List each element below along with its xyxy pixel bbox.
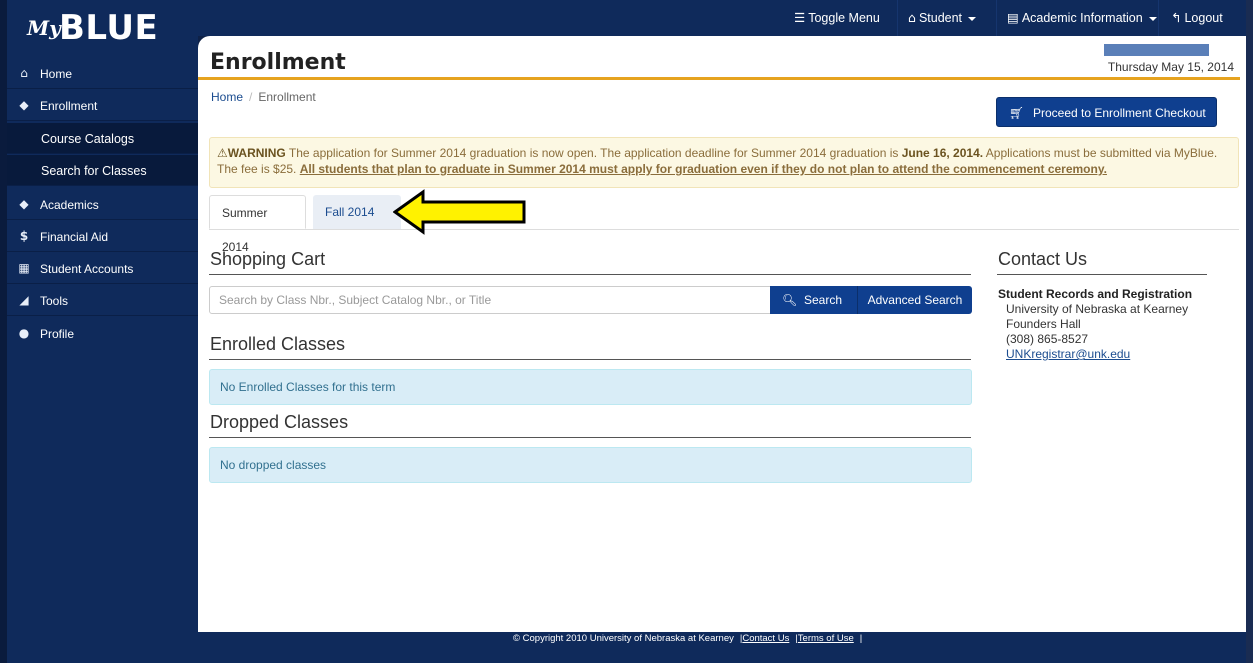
myblue-logo[interactable]: My BLUE <box>7 0 198 58</box>
sidebar-subitem-search-for-classes[interactable]: Search for Classes <box>7 155 198 186</box>
logout-arrow-icon: ↰ <box>1171 10 1182 25</box>
contact-email-link[interactable]: UNKregistrar@unk.edu <box>1006 347 1130 361</box>
search-button-label: Search <box>804 293 843 307</box>
section-divider <box>209 274 971 275</box>
caret-down-icon <box>1148 16 1157 21</box>
sidebar-item-home[interactable]: ⌂ Home <box>7 58 198 89</box>
title-divider <box>198 77 1240 80</box>
logout-button[interactable]: ↰ Logout <box>1158 0 1246 36</box>
class-search-bar: 🔍︎ Search Advanced Search <box>209 286 972 314</box>
sidebar-item-financial-aid[interactable]: $ Financial Aid <box>7 221 198 252</box>
toggle-menu-button[interactable]: ☰ Toggle Menu <box>784 0 887 36</box>
sidebar-item-label: Financial Aid <box>40 230 109 244</box>
enrolled-classes-heading: Enrolled Classes <box>210 334 346 354</box>
footer-terms-link[interactable]: Terms of Use <box>798 633 854 644</box>
content-panel: Enrollment Thursday May 15, 2014 Home / En… <box>198 36 1246 632</box>
sidebar-item-label: Enrollment <box>40 99 98 113</box>
contact-us-heading: Contact Us <box>998 249 1088 269</box>
app-window: My BLUE ⌂ Home ◆ Enrollment Course Catal… <box>0 0 1253 663</box>
section-divider <box>209 437 971 438</box>
sidebar-item-student-accounts[interactable]: ▦ Student Accounts <box>7 253 198 284</box>
yellow-arrow-annotation <box>393 189 526 235</box>
breadcrumb-separator: / <box>249 90 253 104</box>
breadcrumb: Home / Enrollment <box>211 90 316 104</box>
footer: © Copyright 2010 University of Nebraska … <box>198 632 1246 663</box>
home-icon: ⌂ <box>908 10 916 25</box>
shopping-cart-icon: 🛒︎ <box>1009 106 1025 120</box>
contact-line: University of Nebraska at Kearney <box>1006 302 1189 316</box>
caret-down-icon <box>968 16 977 21</box>
wrench-icon: ◢ <box>19 293 29 307</box>
sidebar-item-label: Home <box>40 67 73 81</box>
page-title: Enrollment <box>210 50 346 75</box>
warning-emphasis: All students that plan to graduate in Su… <box>299 162 1107 176</box>
section-divider <box>209 359 971 360</box>
breadcrumb-home-link[interactable]: Home <box>211 90 243 104</box>
section-divider <box>997 274 1207 275</box>
graduation-cap-icon: ◆ <box>19 98 29 112</box>
warning-text-1: The application for Summer 2014 graduati… <box>285 146 902 160</box>
dropped-classes-heading: Dropped Classes <box>210 412 349 432</box>
contact-line: Founders Hall <box>1006 317 1081 331</box>
warning-label: WARNING <box>227 146 286 160</box>
sidebar: My BLUE ⌂ Home ◆ Enrollment Course Catal… <box>7 0 198 663</box>
warning-triangle-icon: ⚠ <box>217 146 228 160</box>
current-date: Thursday May 15, 2014 <box>1107 60 1234 74</box>
book-icon: ▤ <box>1007 10 1019 25</box>
sidebar-item-label: Course Catalogs <box>41 132 135 146</box>
checkout-button-label: Proceed to Enrollment Checkout <box>1033 106 1206 120</box>
student-label: Student <box>918 11 963 25</box>
sidebar-item-label: Profile <box>40 327 75 341</box>
enrolled-classes-empty-message: No Enrolled Classes for this term <box>209 369 972 405</box>
dropped-classes-empty-message: No dropped classes <box>209 447 972 483</box>
logo-blue-text: BLUE <box>59 8 159 48</box>
sidebar-item-label: Search for Classes <box>41 164 147 178</box>
calculator-icon: ▦ <box>18 261 30 275</box>
logo-my-text: My <box>27 16 61 40</box>
sidebar-item-enrollment[interactable]: ◆ Enrollment <box>7 90 198 121</box>
footer-contact-link[interactable]: Contact Us <box>742 633 789 644</box>
tab-summer-2014[interactable]: Summer 2014 <box>209 195 306 254</box>
logout-label: Logout <box>1184 11 1223 25</box>
sidebar-item-tools[interactable]: ◢ Tools <box>7 285 198 316</box>
redacted-user-name <box>1104 44 1209 56</box>
sidebar-subitem-course-catalogs[interactable]: Course Catalogs <box>7 123 198 154</box>
proceed-to-enrollment-checkout-button[interactable]: 🛒︎ Proceed to Enrollment Checkout <box>996 97 1217 127</box>
warning-deadline: June 16, 2014. <box>901 146 984 160</box>
academic-information-dropdown[interactable]: ▤ Academic Information <box>996 0 1157 36</box>
sidebar-item-label: Student Accounts <box>40 262 134 276</box>
footer-copyright: © Copyright 2010 University of Nebraska … <box>513 633 734 644</box>
sidebar-item-academics[interactable]: ◆ Academics <box>7 189 198 220</box>
advanced-search-button[interactable]: Advanced Search <box>857 286 972 314</box>
contact-info: Student Records and Registration Univers… <box>998 287 1192 362</box>
top-navbar: ☰ Toggle Menu ⌂ Student ▤ Academic Informat… <box>198 0 1246 36</box>
tab-fall-2014[interactable]: Fall 2014 <box>313 195 401 229</box>
search-icon: 🔍︎ <box>782 293 798 307</box>
term-tabs: Summer 2014 Fall 2014 <box>209 194 1239 254</box>
home-icon: ⌂ <box>20 66 28 80</box>
breadcrumb-current: Enrollment <box>258 90 316 104</box>
hamburger-icon: ☰ <box>794 10 806 25</box>
contact-org-name: Student Records and Registration <box>998 287 1193 301</box>
window-edge-right <box>1246 0 1253 663</box>
class-search-input[interactable] <box>209 286 771 314</box>
student-dropdown[interactable]: ⌂ Student <box>897 0 987 36</box>
footer-separator: | <box>859 633 863 644</box>
toggle-menu-label: Toggle Menu <box>808 11 880 25</box>
sidebar-item-label: Academics <box>40 198 99 212</box>
sidebar-item-label: Tools <box>40 294 69 308</box>
window-edge-left <box>0 0 7 663</box>
graduation-cap-icon: ◆ <box>19 197 29 211</box>
sidebar-item-profile[interactable]: ● Profile <box>7 318 198 349</box>
contact-phone: (308) 865-8527 <box>1006 332 1089 346</box>
academic-information-label: Academic Information <box>1021 11 1143 25</box>
shopping-cart-heading: Shopping Cart <box>210 249 326 269</box>
search-button[interactable]: 🔍︎ Search <box>770 286 857 314</box>
user-icon: ● <box>18 326 30 340</box>
dollar-icon: $ <box>19 229 29 243</box>
graduation-warning-alert: ⚠WARNING The application for Summer 2014… <box>209 137 1239 188</box>
